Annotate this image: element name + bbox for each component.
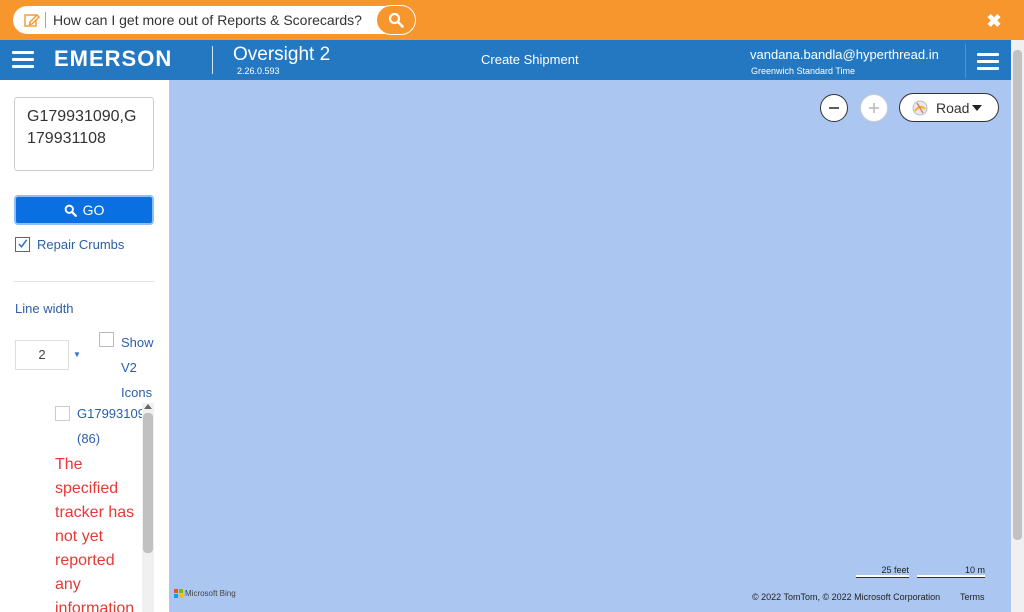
help-search-button[interactable]	[376, 5, 416, 35]
zoom-out-button[interactable]	[820, 94, 848, 122]
repair-crumbs-label[interactable]: Repair Crumbs	[37, 237, 124, 252]
microsoft-bing-logo: Microsoft Bing	[174, 589, 236, 598]
checkmark-icon	[18, 239, 28, 248]
map-provider-label: Microsoft Bing	[185, 589, 236, 598]
sidebar: G179931090,G179931108 GO Repair Crumbs L…	[0, 80, 169, 612]
search-icon	[64, 204, 77, 217]
line-width-input[interactable]: 2	[15, 340, 69, 370]
app-version: 2.26.0.593	[237, 66, 280, 76]
show-v2-icons-label[interactable]: Show V2 Icons	[121, 330, 161, 405]
chevron-down-icon[interactable]: ▼	[73, 350, 81, 359]
line-width-label: Line width	[15, 301, 74, 316]
go-button-label: GO	[82, 202, 105, 218]
scroll-up-arrow-icon[interactable]	[144, 404, 152, 409]
tracker-count: (86)	[77, 431, 101, 446]
help-search-box[interactable]: How can I get more out of Reports & Scor…	[13, 5, 416, 35]
user-email[interactable]: vandana.bandla@hyperthread.in	[750, 47, 939, 62]
page-scrollbar[interactable]	[1011, 40, 1024, 612]
map-type-label: Road	[936, 100, 970, 116]
zoom-in-button[interactable]	[860, 94, 888, 122]
logo-divider	[212, 46, 213, 74]
tracker-list-scrollbar[interactable]	[142, 403, 154, 612]
help-bar: How can I get more out of Reports & Scor…	[0, 0, 1024, 40]
menu-icon	[977, 53, 999, 71]
repair-crumbs-checkbox[interactable]	[15, 237, 30, 252]
go-button[interactable]: GO	[14, 195, 154, 225]
scale-bar-feet: 25 feet	[856, 565, 909, 577]
microsoft-logo-icon	[174, 589, 183, 598]
create-shipment-link[interactable]: Create Shipment	[481, 52, 579, 67]
app-title: Oversight 2	[233, 44, 331, 65]
plus-icon	[869, 103, 879, 113]
help-separator	[45, 12, 46, 28]
tracker-list: G179931090 (86) The specified tracker ha…	[54, 403, 154, 612]
user-timezone: Greenwich Standard Time	[751, 66, 856, 76]
tracker-name[interactable]: G179931090	[77, 406, 143, 421]
search-icon	[388, 12, 404, 28]
map-canvas[interactable]: Road Microsoft Bing 25 feet 10 m © 2022 …	[169, 80, 1011, 612]
help-prompt-text[interactable]: How can I get more out of Reports & Scor…	[53, 12, 362, 28]
tracker-list-scrollbar-thumb[interactable]	[143, 413, 153, 553]
map-copyright: © 2022 TomTom, © 2022 Microsoft Corporat…	[752, 592, 941, 602]
minus-icon	[829, 107, 839, 109]
tracker-ids-input[interactable]: G179931090,G179931108	[14, 97, 154, 171]
app-header: EMERSON Oversight 2 2.26.0.593 Create Sh…	[0, 40, 1011, 80]
map-terms-link[interactable]: Terms	[960, 592, 985, 602]
map-type-selector[interactable]: Road	[899, 93, 999, 122]
close-icon[interactable]: ✖	[985, 12, 1003, 30]
emerson-logo[interactable]: EMERSON	[54, 46, 172, 72]
user-menu-button[interactable]	[965, 44, 1009, 78]
scale-bar-meters: 10 m	[917, 565, 985, 577]
tracker-error-message: The specified tracker has not yet report…	[55, 456, 135, 612]
page-scrollbar-thumb[interactable]	[1013, 50, 1022, 540]
road-map-icon	[912, 100, 928, 116]
sidebar-divider	[14, 281, 154, 282]
edit-icon	[24, 14, 40, 27]
tracker-checkbox[interactable]	[55, 406, 70, 421]
menu-icon[interactable]	[12, 51, 34, 69]
show-v2-icons-checkbox[interactable]	[99, 332, 114, 347]
chevron-down-icon	[972, 105, 982, 111]
